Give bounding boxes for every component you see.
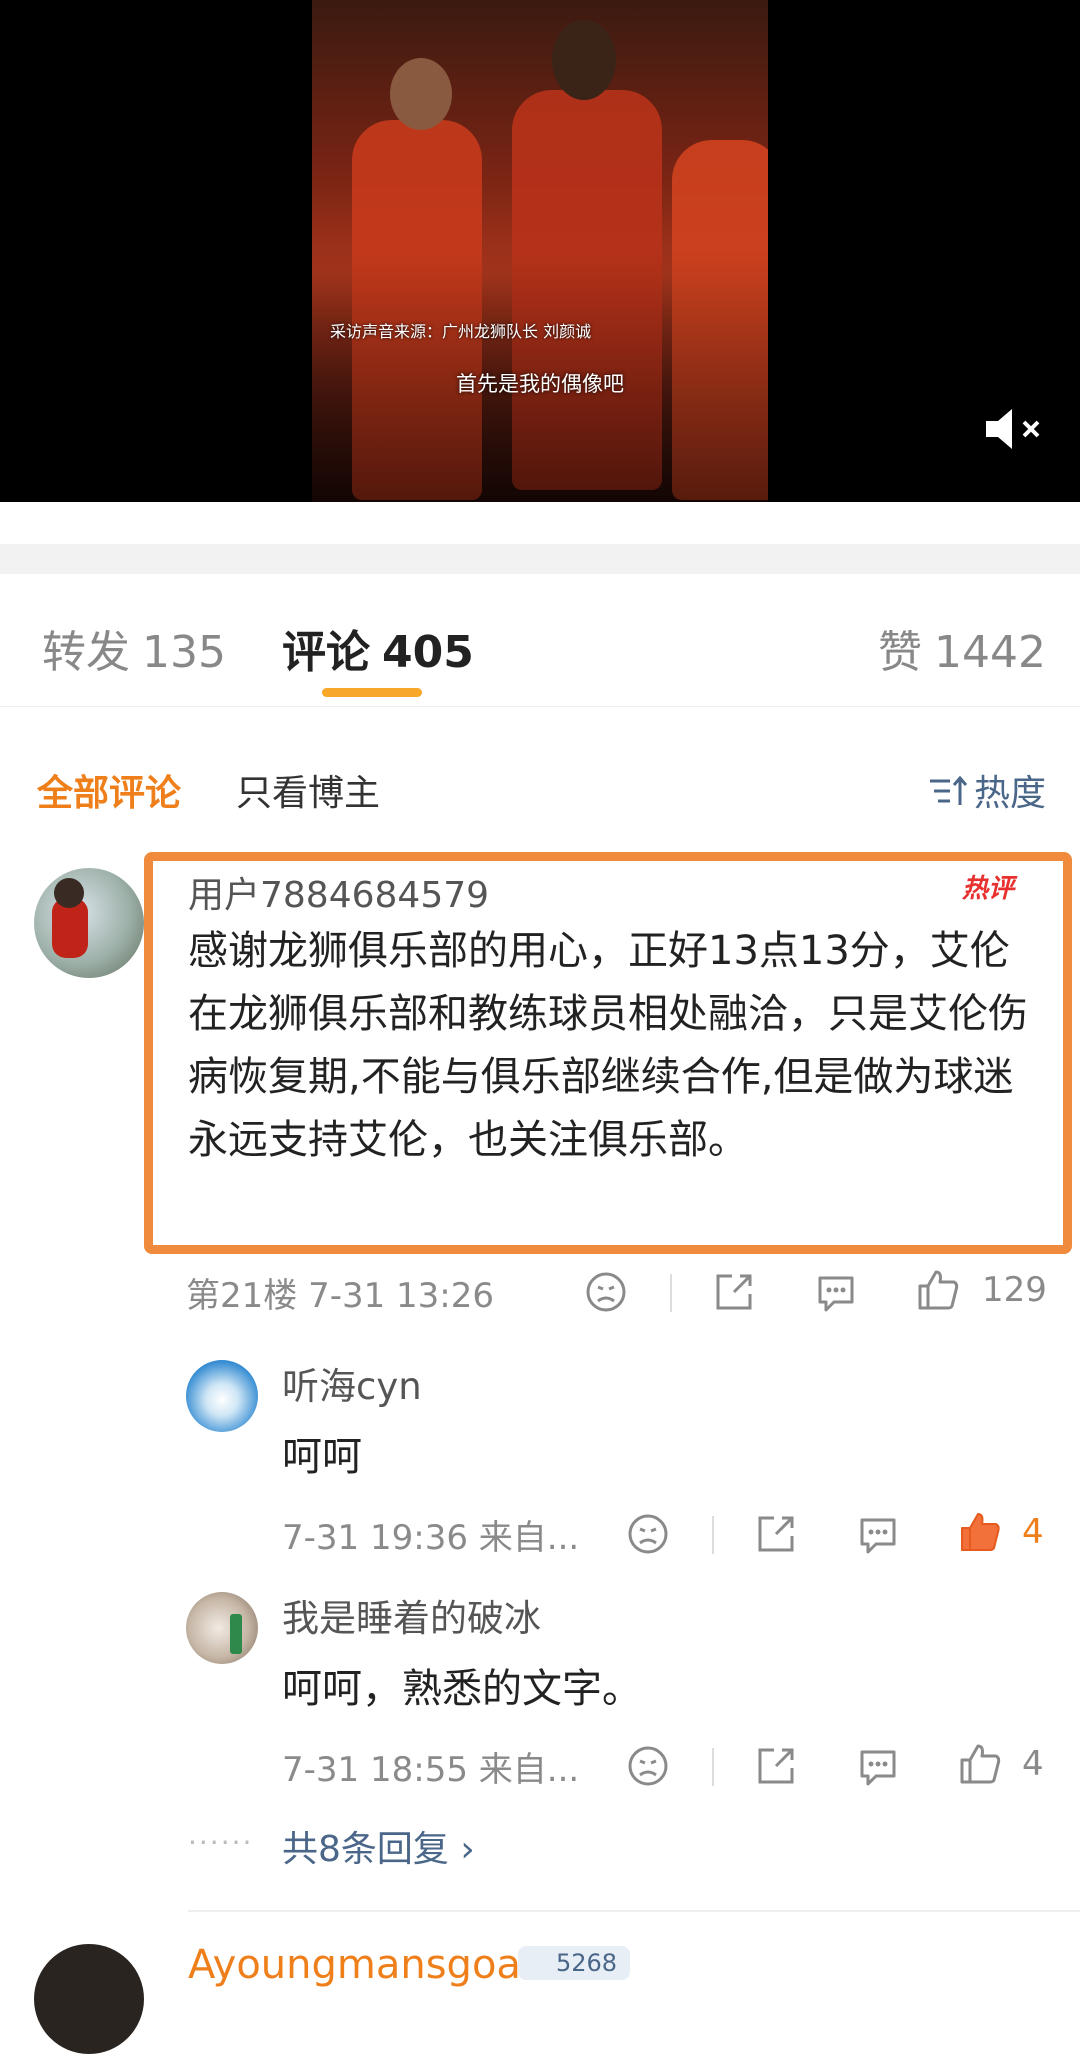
comment-username[interactable]: 用户7884684579 — [188, 866, 489, 918]
comment-username[interactable]: Ayoungmansgoal — [188, 1942, 532, 1988]
divider — [670, 1274, 672, 1312]
filter-all-comments[interactable]: 全部评论 — [37, 764, 181, 816]
reply-username[interactable]: 我是睡着的破冰 — [282, 1588, 541, 1642]
like-icon-active[interactable] — [958, 1510, 1002, 1554]
dislike-face-icon[interactable] — [626, 1512, 670, 1556]
comment-floor-time: 第21楼 7-31 13:26 — [186, 1276, 495, 1316]
sort-button[interactable]: 热度 — [928, 764, 1046, 816]
avatar[interactable] — [34, 868, 144, 978]
section-separator — [0, 544, 1080, 574]
more-replies-link[interactable]: 共8条回复 › — [282, 1820, 475, 1872]
reply-time: 7-31 18:55 来自... — [282, 1750, 580, 1790]
filter-op-only[interactable]: 只看博主 — [236, 764, 380, 816]
divider — [712, 1516, 714, 1554]
video-subtitle: 首先是我的偶像吧 — [456, 372, 624, 396]
hot-badge-text: 热评 — [962, 874, 1018, 904]
share-icon[interactable] — [712, 1270, 756, 1314]
reply-text: 呵呵 — [282, 1434, 362, 1480]
avatar[interactable] — [186, 1360, 258, 1432]
video-figure — [552, 20, 616, 100]
sort-icon — [930, 775, 968, 805]
avatar-figure — [54, 878, 84, 908]
reply-text: 呵呵，熟悉的文字。 — [282, 1666, 642, 1712]
reply-icon[interactable] — [856, 1512, 900, 1556]
avatar[interactable] — [34, 1944, 144, 2054]
video-frame — [312, 0, 768, 502]
tab-reposts[interactable]: 转发 135 — [42, 616, 226, 680]
post-tabs: 转发 135 评论 405 赞 1442 — [0, 574, 1080, 707]
video-figure — [390, 58, 452, 130]
comment-divider — [188, 1910, 1080, 1912]
fan-level-badge: 5268 — [518, 1946, 630, 1980]
tab-likes[interactable]: 赞 1442 — [878, 616, 1046, 680]
tab-count: 135 — [142, 627, 226, 678]
more-replies-dots: ······ — [188, 1826, 254, 1859]
like-count: 4 — [1022, 1512, 1044, 1552]
tab-comments[interactable]: 评论 405 — [282, 616, 474, 680]
hot-comment-badge: 热评 — [962, 874, 1018, 904]
dislike-face-icon[interactable] — [584, 1270, 628, 1314]
like-icon[interactable] — [916, 1268, 960, 1312]
reply-time: 7-31 19:36 来自... — [282, 1518, 580, 1558]
sort-label: 热度 — [974, 773, 1047, 814]
dislike-face-icon[interactable] — [626, 1744, 670, 1788]
reply-icon[interactable] — [814, 1270, 858, 1314]
reply-icon[interactable] — [856, 1744, 900, 1788]
video-source-caption: 采访声音来源：广州龙狮队长 刘颜诚 — [330, 322, 592, 341]
tab-count: 405 — [382, 627, 474, 678]
spacer — [0, 502, 1080, 544]
like-icon[interactable] — [958, 1742, 1002, 1786]
volume-muted-icon[interactable] — [984, 404, 1044, 454]
tab-count: 1442 — [934, 627, 1046, 678]
comment-text: 感谢龙狮俱乐部的用心，正好13点13分，艾伦在龙狮俱乐部和教练球员相处融洽，只是… — [188, 928, 1028, 1163]
tab-label: 赞 — [878, 627, 922, 678]
active-tab-indicator — [322, 688, 422, 697]
avatar-figure — [230, 1614, 242, 1654]
avatar[interactable] — [186, 1592, 258, 1664]
video-player[interactable]: 采访声音来源：广州龙狮队长 刘颜诚 首先是我的偶像吧 — [0, 0, 1080, 502]
tab-label: 评论 — [282, 627, 370, 678]
tab-label: 转发 — [42, 627, 130, 678]
fan-level-count: 5268 — [556, 1949, 618, 1977]
like-count: 4 — [1022, 1744, 1044, 1784]
like-count: 129 — [982, 1270, 1047, 1310]
reply-username[interactable]: 听海cyn — [282, 1356, 422, 1410]
divider — [712, 1748, 714, 1786]
share-icon[interactable] — [754, 1744, 798, 1788]
share-icon[interactable] — [754, 1512, 798, 1556]
